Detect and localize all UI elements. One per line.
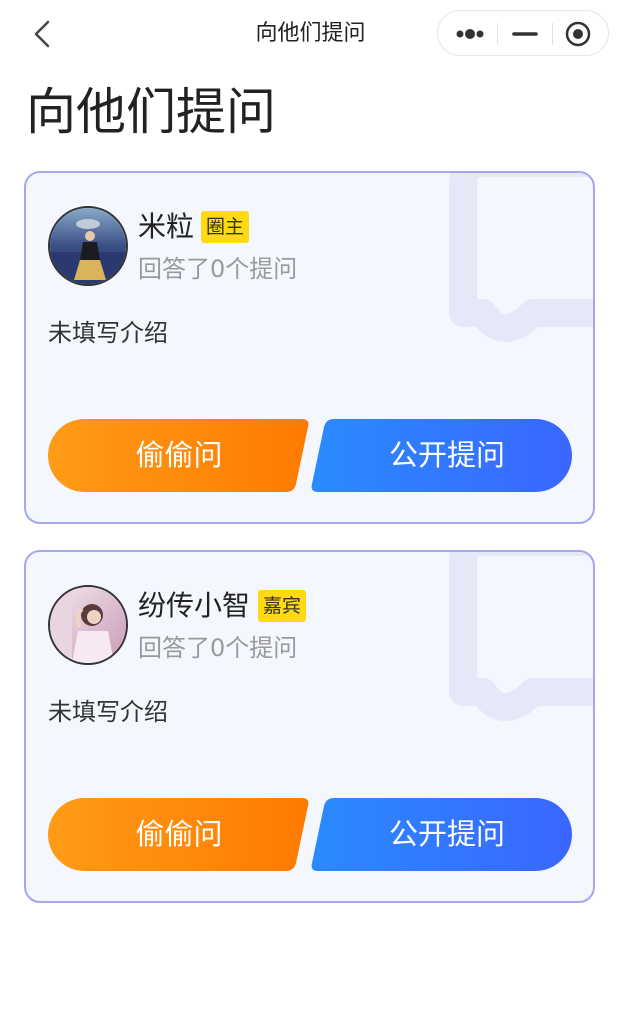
- intro-text: 未填写介绍: [48, 698, 168, 726]
- more-button[interactable]: [440, 11, 496, 55]
- guest-card: 米粒 圈主 回答了0个提问 未填写介绍 偷偷问 公开提问: [24, 171, 595, 524]
- intro-text: 未填写介绍: [48, 319, 168, 347]
- chat-bubble-watermark-icon: [449, 173, 593, 342]
- ask-secretly-label: 偷偷问: [135, 438, 223, 472]
- answer-count: 回答了0个提问: [138, 255, 298, 283]
- answer-count: 回答了0个提问: [138, 634, 298, 662]
- ask-publicly-button[interactable]: 公开提问: [310, 419, 572, 492]
- more-dots-icon: [456, 29, 484, 39]
- page: 向他们提问 向他们提问 米粒 圈主 回答了0个提问 未填写介绍 偷偷问 公开提问…: [0, 0, 621, 1020]
- close-button[interactable]: [552, 11, 608, 55]
- ask-secretly-button[interactable]: 偷偷问: [48, 419, 310, 492]
- page-title: 向他们提问: [26, 83, 276, 141]
- capsule-menu: [437, 10, 609, 56]
- user-name: 米粒: [138, 210, 195, 243]
- role-badge: 圈主: [201, 211, 250, 243]
- ask-publicly-label: 公开提问: [388, 817, 505, 851]
- ask-secretly-label: 偷偷问: [135, 817, 223, 851]
- target-circle-icon: [565, 21, 591, 47]
- ask-publicly-label: 公开提问: [388, 438, 505, 472]
- avatar[interactable]: [48, 206, 128, 286]
- avatar[interactable]: [48, 585, 128, 665]
- user-name: 纷传小智: [138, 589, 251, 622]
- minimize-button[interactable]: [496, 11, 552, 55]
- guest-card: 纷传小智 嘉宾 回答了0个提问 未填写介绍 偷偷问 公开提问: [24, 550, 595, 903]
- role-badge: 嘉宾: [258, 590, 307, 622]
- navbar: 向他们提问: [0, 0, 621, 68]
- minimize-icon: [512, 32, 538, 36]
- chat-bubble-watermark-icon: [449, 552, 593, 721]
- ask-secretly-button[interactable]: 偷偷问: [48, 798, 310, 871]
- ask-publicly-button[interactable]: 公开提问: [310, 798, 572, 871]
